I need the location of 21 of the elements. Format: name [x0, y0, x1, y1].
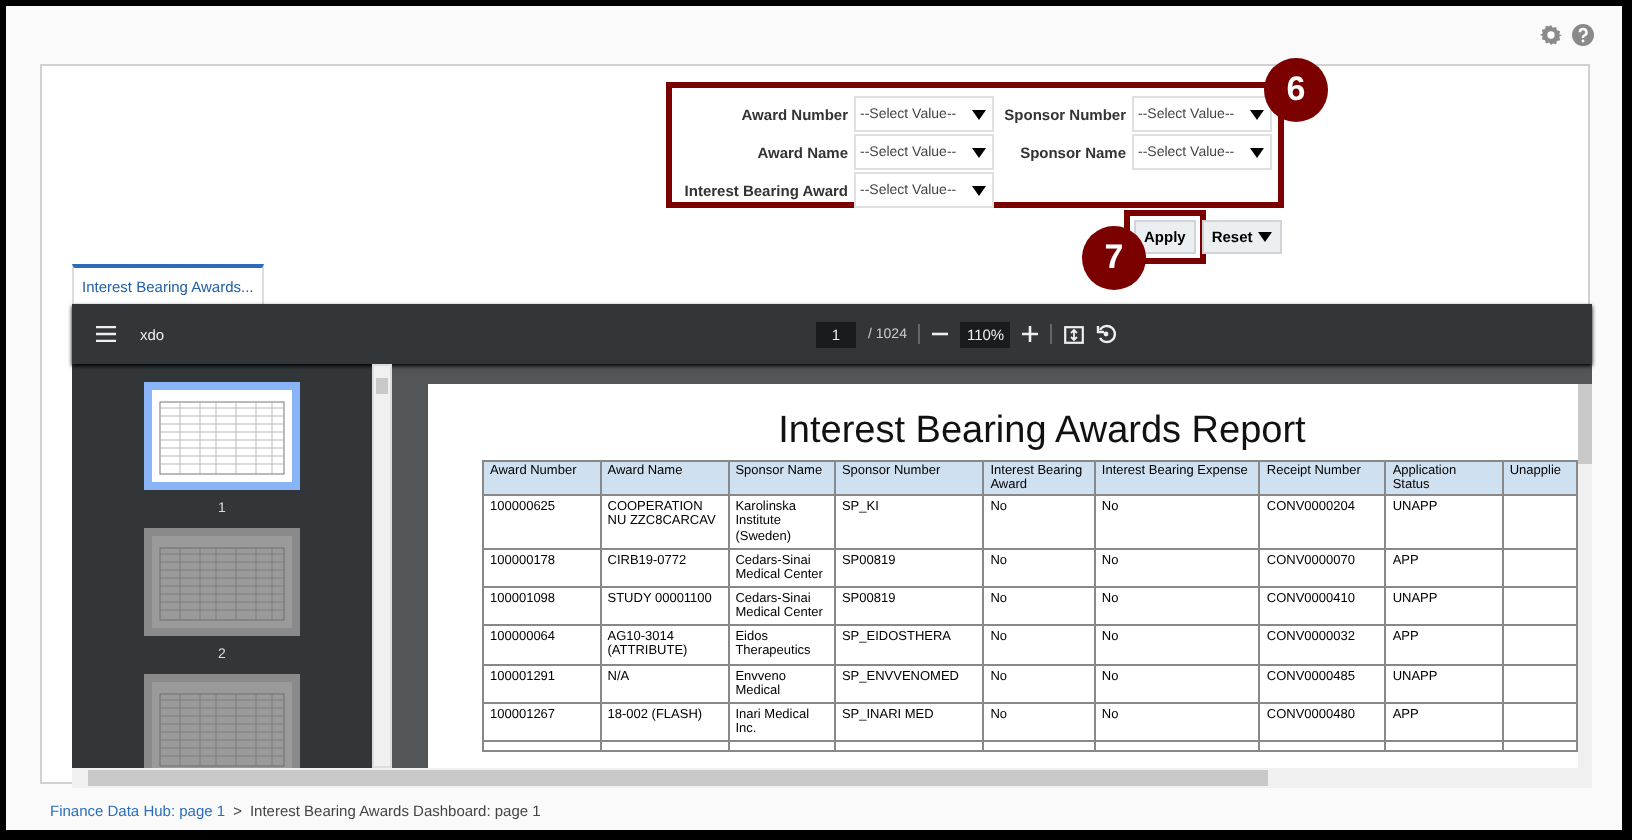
caret-icon	[1258, 231, 1273, 241]
caret-icon	[1250, 147, 1264, 157]
settings-icon[interactable]	[1540, 24, 1562, 46]
caret-icon	[1250, 109, 1264, 119]
page-thumbnail[interactable]	[144, 528, 300, 636]
rotate-icon[interactable]	[1096, 324, 1117, 344]
menu-icon[interactable]	[96, 326, 116, 342]
zoom-in-icon[interactable]	[1022, 326, 1039, 342]
scrollbar[interactable]	[1578, 384, 1592, 768]
page-thumbnail[interactable]	[144, 674, 300, 768]
page-thumbnail[interactable]	[144, 382, 300, 490]
caret-icon	[972, 147, 986, 157]
caret-icon	[972, 109, 986, 119]
step-callout: 7	[1082, 226, 1146, 290]
caret-icon	[972, 185, 986, 195]
horizontal-scrollbar[interactable]	[72, 768, 1592, 788]
report-title: Interest Bearing Awards Report	[776, 412, 1308, 450]
scrollbar[interactable]	[372, 364, 392, 768]
help-icon[interactable]	[1572, 24, 1594, 46]
fit-page-icon[interactable]	[1064, 325, 1085, 343]
step-callout: 6	[1264, 58, 1328, 122]
